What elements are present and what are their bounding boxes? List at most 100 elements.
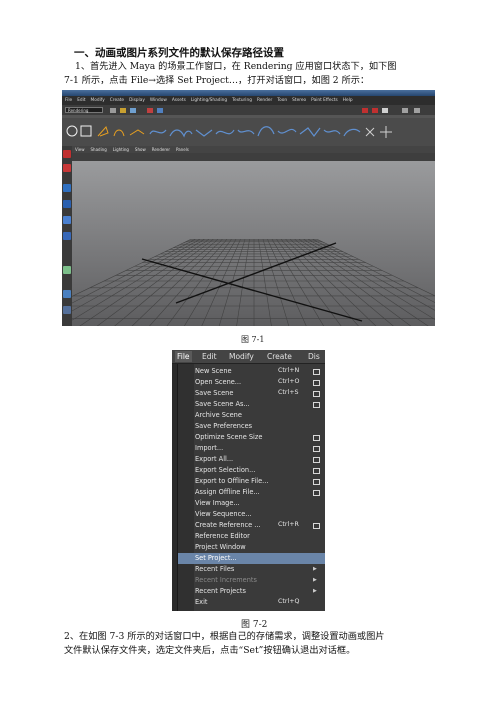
panel-menu-item[interactable]: Renderer	[152, 147, 170, 152]
panel-menu-item[interactable]: Show	[135, 147, 146, 152]
option-box-icon[interactable]	[313, 402, 320, 408]
perspective-viewport[interactable]	[62, 161, 435, 326]
menu-item[interactable]: Export to Offline File...	[178, 476, 325, 487]
menu-item[interactable]: Save Preferences	[178, 421, 325, 432]
status-icon[interactable]	[110, 108, 116, 113]
option-box-icon[interactable]	[313, 490, 320, 496]
option-box-icon[interactable]	[313, 435, 320, 441]
lasso-tool-icon[interactable]	[63, 164, 71, 172]
last-tool-icon[interactable]	[63, 266, 71, 274]
save-icon[interactable]	[130, 108, 136, 113]
folder-icon[interactable]	[120, 108, 126, 113]
outliner-icon[interactable]	[63, 306, 71, 314]
step2-line-1: 2、在如图 7-3 所示的对话窗口中，根据自己的存储需求，调整设置动画或图片	[64, 631, 385, 642]
option-box-icon[interactable]	[313, 446, 320, 452]
panel-menu-item[interactable]: Panels	[176, 147, 189, 152]
rotate-tool-icon[interactable]	[63, 200, 71, 208]
menu-item[interactable]: View Image...	[178, 498, 325, 509]
menu-item[interactable]: View Sequence...	[178, 509, 325, 520]
option-box-icon[interactable]	[313, 391, 320, 397]
menu-set-selector[interactable]: Rendering	[65, 107, 103, 113]
option-box-icon[interactable]	[313, 479, 320, 485]
main-menu-item[interactable]: Edit	[77, 98, 85, 103]
menu-display[interactable]: Dis	[308, 352, 320, 361]
menu-item[interactable]: Assign Offline File...	[178, 487, 325, 498]
tool-box	[62, 146, 72, 326]
menu-item[interactable]: Optimize Scene Size	[178, 432, 325, 443]
menu-item-label: Save Scene	[195, 389, 234, 397]
menu-item-label: Recent Increments	[195, 576, 257, 584]
menu-item[interactable]: Export Selection...	[178, 465, 325, 476]
channel-box-icon[interactable]	[402, 108, 408, 113]
menu-item-label: Project Window	[195, 543, 246, 551]
menu-modify[interactable]: Modify	[229, 352, 254, 361]
main-menu-item[interactable]: Window	[150, 98, 167, 103]
render-icon[interactable]	[362, 108, 368, 113]
step2-paragraph: 2、在如图 7-3 所示的对话窗口中，根据自己的存储需求，调整设置动画或图片 文…	[64, 630, 434, 658]
select-mode-icon[interactable]	[147, 108, 153, 113]
manipulator-tool-icon[interactable]	[63, 232, 71, 240]
intro-line-2: 7-1 所示，点击 File→选择 Set Project…，打开对话窗口，如图…	[64, 75, 370, 86]
menu-item[interactable]: Exit Ctrl+Q	[178, 597, 325, 608]
main-menu-item[interactable]: Stereo	[292, 98, 306, 103]
menu-item[interactable]: Reference Editor	[178, 531, 325, 542]
menu-item-shortcut: Ctrl+R	[278, 521, 299, 528]
option-box-icon[interactable]	[313, 457, 320, 463]
menu-item[interactable]: Import...	[178, 443, 325, 454]
section-heading: 一、动画或图片系列文件的默认保存路径设置	[74, 47, 284, 59]
menu-item[interactable]: Open Scene... Ctrl+O	[178, 377, 325, 388]
attribute-editor-icon[interactable]	[414, 108, 420, 113]
main-menu-item[interactable]: Modify	[91, 98, 105, 103]
option-box-icon[interactable]	[313, 523, 320, 529]
curve-tool-icons[interactable]	[62, 118, 435, 146]
main-menu-item[interactable]: Texturing	[232, 98, 252, 103]
menu-item[interactable]: Save Scene Ctrl+S	[178, 388, 325, 399]
maya-workspace-screenshot: File Edit Modify Create Display Window Assets L…	[62, 90, 435, 326]
scale-tool-icon[interactable]	[63, 216, 71, 224]
component-mode-icon[interactable]	[157, 108, 163, 113]
option-box-icon[interactable]	[313, 380, 320, 386]
select-tool-icon[interactable]	[63, 150, 71, 158]
menu-create[interactable]: Create	[267, 352, 292, 361]
menu-item-label: Export Selection...	[195, 466, 256, 474]
render-settings-icon[interactable]	[382, 108, 388, 113]
ipr-render-icon[interactable]	[372, 108, 378, 113]
menu-item[interactable]: Set Project...	[178, 553, 325, 564]
panel-menu-item[interactable]: Lighting	[113, 147, 129, 152]
panel-menu-item[interactable]: View	[75, 147, 85, 152]
layout-icon[interactable]	[63, 290, 71, 298]
menu-item[interactable]: Recent Projects ▶	[178, 586, 325, 597]
main-menu-item[interactable]: Render	[257, 98, 272, 103]
menu-item[interactable]: Project Window	[178, 542, 325, 553]
menu-edit[interactable]: Edit	[202, 352, 217, 361]
main-menu-item[interactable]: Create	[110, 98, 124, 103]
main-menu-item[interactable]: Help	[343, 98, 353, 103]
main-menu-item[interactable]: Toon	[277, 98, 287, 103]
option-box-icon[interactable]	[313, 468, 320, 474]
menu-file[interactable]: File	[175, 351, 192, 362]
submenu-arrow-icon: ▶	[313, 577, 317, 583]
submenu-arrow-icon: ▶	[313, 566, 317, 572]
panel-menu-item[interactable]: Shading	[91, 147, 107, 152]
main-menu-item[interactable]: Assets	[172, 98, 186, 103]
menu-item[interactable]: Create Reference ... Ctrl+R	[178, 520, 325, 531]
main-menu-item[interactable]: Lighting/Shading	[191, 98, 227, 103]
menu-item-shortcut: Ctrl+Q	[278, 598, 300, 605]
curves-shelf	[62, 118, 435, 146]
menu-item-label: New Scene	[195, 367, 232, 375]
main-menu-item[interactable]: File	[65, 98, 72, 103]
menu-item-label: Recent Projects	[195, 587, 246, 595]
menu-item[interactable]: Export All...	[178, 454, 325, 465]
panel-toolbar	[72, 153, 435, 166]
menu-item[interactable]: Recent Files ▶	[178, 564, 325, 575]
menu-item[interactable]: Save Scene As...	[178, 399, 325, 410]
main-menu-item[interactable]: Display	[129, 98, 145, 103]
move-tool-icon[interactable]	[63, 184, 71, 192]
menu-item-label: Save Preferences	[195, 422, 253, 430]
menu-item[interactable]: Archive Scene	[178, 410, 325, 421]
menu-item[interactable]: New Scene Ctrl+N	[178, 366, 325, 377]
main-menu-item[interactable]: Paint Effects	[311, 98, 338, 103]
file-menubar: File Edit Modify Create Dis	[172, 350, 325, 364]
figure2-caption: 图 7-2	[241, 620, 268, 630]
option-box-icon[interactable]	[313, 369, 320, 375]
